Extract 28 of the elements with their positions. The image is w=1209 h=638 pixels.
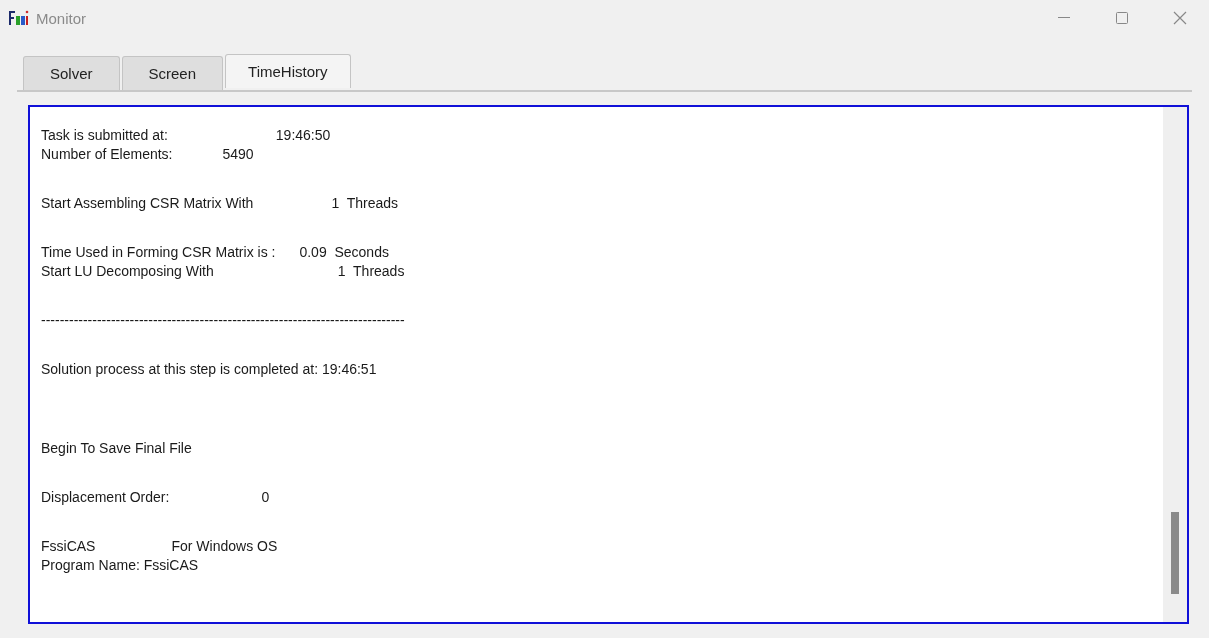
- tab[interactable]: TimeHistory: [225, 54, 351, 88]
- app-logo-icon: [8, 10, 30, 26]
- close-icon: [1173, 11, 1187, 25]
- minimize-icon: [1058, 17, 1070, 19]
- log-line: Solution process at this step is completed at: 19:46:51: [41, 360, 377, 377]
- log-value: For Windows OS: [171, 537, 278, 554]
- tab[interactable]: Screen: [121, 56, 224, 90]
- log-line: ------------------------------------------------------------------------------: [41, 311, 405, 328]
- tab[interactable]: Solver: [23, 56, 120, 90]
- window-title: Monitor: [36, 9, 87, 27]
- log-value: 0: [261, 488, 270, 505]
- scrollbar[interactable]: [1163, 107, 1187, 622]
- log-label: Number of Elements:: [41, 145, 173, 162]
- log-label: Displacement Order:: [41, 488, 170, 505]
- log-label: Start LU Decomposing With: [41, 262, 214, 279]
- log-label: Time Used in Forming CSR Matrix is :: [41, 243, 276, 260]
- log-label: Task is submitted at:: [41, 126, 168, 143]
- log-label: FssiCAS: [41, 537, 96, 554]
- log-label: Start Assembling CSR Matrix With: [41, 194, 254, 211]
- log-value: 0.09 Seconds: [299, 243, 389, 260]
- scrollbar-thumb[interactable]: [1171, 512, 1179, 594]
- log-line: Begin To Save Final File: [41, 439, 192, 456]
- log-value: 19:46:50: [275, 126, 331, 143]
- maximize-icon: [1116, 12, 1128, 24]
- log-value: 1 Threads: [337, 262, 405, 279]
- log-value: 5490: [222, 145, 254, 162]
- log-line: Program Name: FssiCAS: [41, 556, 199, 573]
- log-value: 1 Threads: [331, 194, 399, 211]
